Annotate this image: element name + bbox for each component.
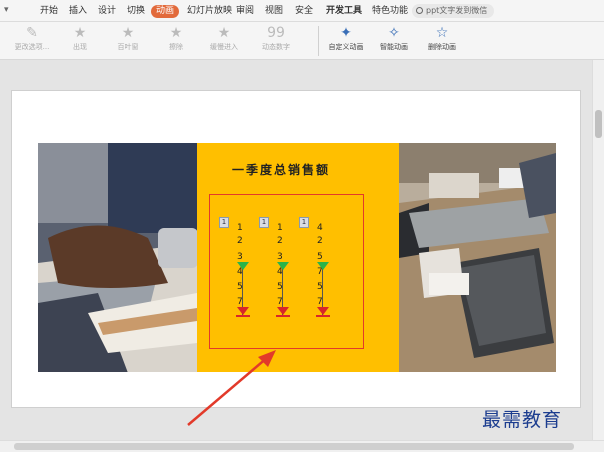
path-start-marker-icon[interactable] [277,262,289,270]
column-value: 4 [317,223,323,233]
smart-animation-icon: ✧ [388,25,400,41]
column-value: 2 [317,236,323,246]
star-icon: ★ [169,25,183,41]
delete-animation-label: 删除动画 [428,43,456,51]
animation-ribbon: ✎ 更改选项... ★ 出现 ★ 百叶窗 ★ 擦除 ★ 缓慢进入 99 动态数字… [0,22,604,60]
tab-features[interactable]: 特色功能 [372,5,408,17]
path-end-bar [236,315,250,317]
photo-office-desk[interactable] [399,143,556,372]
change-option-label: 更改选项... [14,43,50,51]
column-value: 1 [237,223,243,233]
photo-office-desk-art [399,143,556,372]
animation-order-badge[interactable]: 1 [219,217,229,228]
appear-button[interactable]: ★ 出现 [56,25,104,57]
appear-label: 出现 [73,43,87,51]
tab-slideshow[interactable]: 幻灯片放映 [187,5,232,17]
animation-order-badge[interactable]: 1 [299,217,309,228]
slide-title[interactable]: 一季度总销售额 [232,161,330,178]
chart-panel[interactable]: 一季度总销售额 1 1 2 3 4 5 7 1 1 2 3 4 5 7 1 4 … [197,143,399,372]
blinds-button[interactable]: ★ 百叶窗 [104,25,152,57]
tab-review[interactable]: 审阅 [236,5,254,17]
dynamic-number-button[interactable]: 99 动态数字 [252,25,300,57]
pencil-icon: ✎ [26,25,38,41]
custom-animation-label: 自定义动画 [328,43,364,51]
star-icon: ★ [217,25,231,41]
star-icon: ★ [121,25,135,41]
custom-animation-button[interactable]: ✦ 自定义动画 [322,25,370,57]
path-end-bar [316,315,330,317]
path-end-marker-icon[interactable] [237,307,249,315]
column-value: 5 [317,252,323,262]
column-value: 2 [237,236,243,246]
animation-order-badge[interactable]: 1 [259,217,269,228]
wipe-button[interactable]: ★ 擦除 [152,25,200,57]
smart-animation-button[interactable]: ✧ 智能动画 [370,25,418,57]
path-end-bar [276,315,290,317]
smart-animation-label: 智能动画 [380,43,408,51]
delete-animation-button[interactable]: ☆ 删除动画 [418,25,466,57]
horizontal-scrollbar[interactable] [0,440,604,452]
slow-enter-label: 缓慢进入 [210,43,238,51]
menu-expand-icon[interactable]: ▾ [4,5,9,15]
wipe-label: 擦除 [169,43,183,51]
blinds-label: 百叶窗 [117,43,139,51]
dynamic-number-label: 动态数字 [262,43,290,51]
tab-developer[interactable]: 开发工具 [326,5,362,17]
horizontal-scroll-thumb[interactable] [14,443,574,450]
path-start-marker-icon[interactable] [317,262,329,270]
tab-transition[interactable]: 切换 [127,5,145,17]
star-icon: ★ [73,25,87,41]
delete-animation-icon: ☆ [435,25,449,41]
number-icon: 99 [267,25,285,41]
change-option-button[interactable]: ✎ 更改选项... [8,25,56,57]
path-end-marker-icon[interactable] [277,307,289,315]
photo-laptop-typing[interactable] [38,143,197,372]
vertical-scrollbar[interactable] [592,60,604,440]
tab-security[interactable]: 安全 [295,5,313,17]
ribbon-divider [318,26,319,56]
search-input[interactable]: ppt文字发到微信 [412,4,494,18]
search-placeholder: ppt文字发到微信 [426,6,488,15]
photo-laptop-typing-art [38,143,197,372]
red-arrow-annotation [187,350,276,426]
tab-start[interactable]: 开始 [40,5,58,17]
slow-enter-button[interactable]: ★ 缓慢进入 [200,25,248,57]
vertical-scroll-thumb[interactable] [595,110,602,138]
column-value: 3 [277,252,283,262]
path-end-marker-icon[interactable] [317,307,329,315]
column-value: 1 [277,223,283,233]
menu-bar: ▾ 开始 插入 设计 切换 动画 幻灯片放映 审阅 视图 安全 开发工具 特色功… [0,0,604,22]
search-icon [416,7,423,14]
tab-animation[interactable]: 动画 [151,5,180,18]
path-start-marker-icon[interactable] [237,262,249,270]
tab-view[interactable]: 视图 [265,5,283,17]
column-value: 3 [237,252,243,262]
selection-frame[interactable] [209,194,364,349]
custom-animation-icon: ✦ [340,25,352,41]
column-value: 2 [277,236,283,246]
tab-insert[interactable]: 插入 [69,5,87,17]
watermark-logo: 最需教育 [482,409,563,431]
tab-design[interactable]: 设计 [98,5,116,17]
